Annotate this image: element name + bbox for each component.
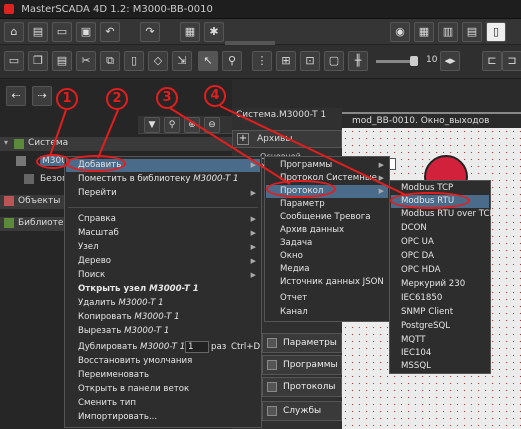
annotation-marker-3: 3: [156, 87, 178, 109]
annotation-marker-4: 4: [204, 85, 226, 107]
annotation-marker-1: 1: [56, 88, 78, 110]
annotation-marker-2: 2: [106, 88, 128, 110]
annotation-lines: [49, 105, 409, 197]
